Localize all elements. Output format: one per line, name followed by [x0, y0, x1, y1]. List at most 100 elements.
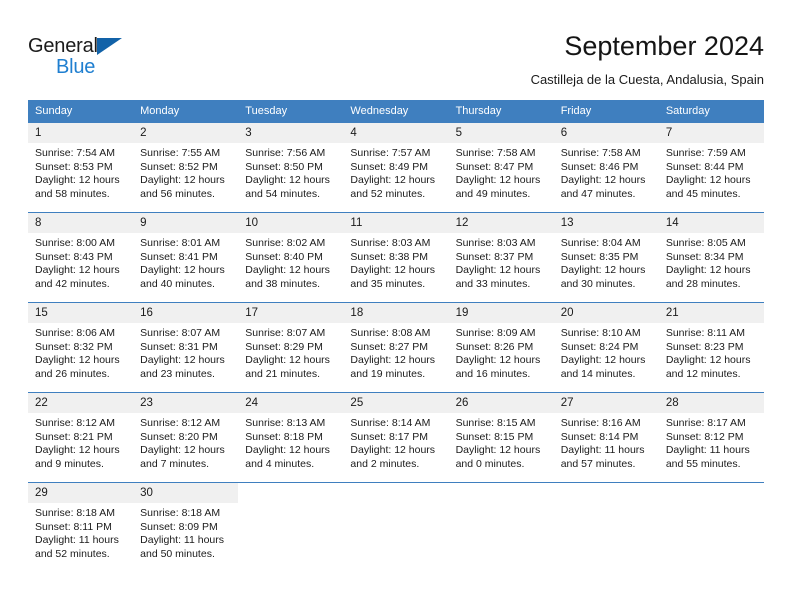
day-cell[interactable]: 27 Sunrise: 8:16 AM Sunset: 8:14 PM Dayl…: [553, 392, 659, 483]
day-info: Sunrise: 8:17 AM Sunset: 8:12 PM Dayligh…: [659, 413, 764, 471]
day-cell-inner: 24 Sunrise: 8:13 AM Sunset: 8:18 PM Dayl…: [238, 393, 344, 482]
day-cell[interactable]: 6 Sunrise: 7:58 AM Sunset: 8:46 PM Dayli…: [553, 122, 659, 213]
day-cell[interactable]: 17 Sunrise: 8:07 AM Sunset: 8:29 PM Dayl…: [238, 302, 344, 393]
day-cell-inner: 23 Sunrise: 8:12 AM Sunset: 8:20 PM Dayl…: [133, 393, 239, 482]
day-cell[interactable]: 25 Sunrise: 8:14 AM Sunset: 8:17 PM Dayl…: [343, 392, 449, 483]
day-cell[interactable]: 28 Sunrise: 8:17 AM Sunset: 8:12 PM Dayl…: [658, 392, 764, 483]
day-cell[interactable]: 12 Sunrise: 8:03 AM Sunset: 8:37 PM Dayl…: [448, 212, 554, 303]
day-info: Sunrise: 8:18 AM Sunset: 8:11 PM Dayligh…: [28, 503, 133, 561]
day-cell[interactable]: 29 Sunrise: 8:18 AM Sunset: 8:11 PM Dayl…: [28, 482, 134, 569]
daylight-text-line2: and 21 minutes.: [245, 367, 320, 380]
sunrise-text: Sunrise: 8:08 AM: [350, 327, 431, 339]
daylight-text-line2: and 14 minutes.: [560, 367, 636, 380]
day-cell[interactable]: 8 Sunrise: 8:00 AM Sunset: 8:43 PM Dayli…: [28, 212, 134, 303]
day-cell[interactable]: 4 Sunrise: 7:57 AM Sunset: 8:49 PM Dayli…: [343, 122, 449, 213]
day-number: 27: [553, 393, 659, 413]
sunset-text: Sunset: 8:21 PM: [35, 430, 113, 443]
day-cell[interactable]: 11 Sunrise: 8:03 AM Sunset: 8:38 PM Dayl…: [343, 212, 449, 303]
day-number: 24: [238, 393, 344, 413]
day-cell[interactable]: 10 Sunrise: 8:02 AM Sunset: 8:40 PM Dayl…: [238, 212, 344, 303]
sunset-text: Sunset: 8:32 PM: [35, 340, 113, 353]
calendar-body: 1 Sunrise: 7:54 AM Sunset: 8:53 PM Dayli…: [28, 122, 764, 569]
daylight-text-line2: and 7 minutes.: [140, 457, 210, 470]
day-info: Sunrise: 8:18 AM Sunset: 8:09 PM Dayligh…: [133, 503, 238, 561]
day-cell[interactable]: 18 Sunrise: 8:08 AM Sunset: 8:27 PM Dayl…: [343, 302, 449, 393]
daylight-text-line1: Daylight: 12 hours: [35, 354, 120, 367]
day-cell[interactable]: 3 Sunrise: 7:56 AM Sunset: 8:50 PM Dayli…: [238, 122, 344, 213]
sunset-text: Sunset: 8:26 PM: [455, 340, 534, 353]
day-number: 11: [343, 213, 449, 233]
day-info: Sunrise: 8:04 AM Sunset: 8:35 PM Dayligh…: [554, 233, 659, 291]
weekday-header-thursday: Thursday: [448, 100, 554, 123]
day-number: 13: [553, 213, 659, 233]
day-cell-inner: 7 Sunrise: 7:59 AM Sunset: 8:44 PM Dayli…: [658, 123, 764, 212]
day-number: 3: [238, 123, 344, 143]
sunset-text: Sunset: 8:24 PM: [560, 340, 639, 353]
day-cell[interactable]: 16 Sunrise: 8:07 AM Sunset: 8:31 PM Dayl…: [133, 302, 239, 393]
sunset-text: Sunset: 8:47 PM: [455, 160, 534, 173]
daylight-text-line1: Daylight: 12 hours: [140, 354, 225, 367]
sunset-text: Sunset: 8:35 PM: [560, 250, 639, 263]
day-cell[interactable]: 1 Sunrise: 7:54 AM Sunset: 8:53 PM Dayli…: [28, 122, 134, 213]
day-cell[interactable]: 7 Sunrise: 7:59 AM Sunset: 8:44 PM Dayli…: [658, 122, 764, 213]
day-cell-inner: 10 Sunrise: 8:02 AM Sunset: 8:40 PM Dayl…: [238, 213, 344, 302]
daylight-text-line1: Daylight: 12 hours: [455, 264, 541, 277]
day-info: Sunrise: 8:13 AM Sunset: 8:18 PM Dayligh…: [238, 413, 343, 471]
day-cell[interactable]: 26 Sunrise: 8:15 AM Sunset: 8:15 PM Dayl…: [448, 392, 554, 483]
weekday-header-friday: Friday: [553, 100, 659, 123]
sunset-text: Sunset: 8:50 PM: [245, 160, 323, 173]
day-number: [554, 483, 659, 503]
sunset-text: Sunset: 8:49 PM: [350, 160, 429, 173]
day-number: [449, 483, 554, 503]
sunrise-text: Sunrise: 8:15 AM: [455, 417, 536, 429]
day-cell-inner: 26 Sunrise: 8:15 AM Sunset: 8:15 PM Dayl…: [448, 393, 554, 482]
day-cell[interactable]: 21 Sunrise: 8:11 AM Sunset: 8:23 PM Dayl…: [658, 302, 764, 393]
sunset-text: Sunset: 8:27 PM: [350, 340, 429, 353]
day-cell-inner: 30 Sunrise: 8:18 AM Sunset: 8:09 PM Dayl…: [133, 483, 239, 569]
day-info: Sunrise: 8:03 AM Sunset: 8:37 PM Dayligh…: [449, 233, 554, 291]
day-info: Sunrise: 7:57 AM Sunset: 8:49 PM Dayligh…: [343, 143, 448, 201]
day-cell: [553, 482, 659, 569]
daylight-text-line1: Daylight: 11 hours: [140, 534, 224, 547]
sunrise-text: Sunrise: 7:58 AM: [455, 147, 536, 159]
daylight-text-line1: Daylight: 12 hours: [35, 264, 120, 277]
page-title: September 2024: [564, 31, 764, 61]
day-cell[interactable]: 15 Sunrise: 8:06 AM Sunset: 8:32 PM Dayl…: [28, 302, 134, 393]
day-cell[interactable]: 23 Sunrise: 8:12 AM Sunset: 8:20 PM Dayl…: [133, 392, 239, 483]
day-cell[interactable]: 13 Sunrise: 8:04 AM Sunset: 8:35 PM Dayl…: [553, 212, 659, 303]
day-cell-inner: 4 Sunrise: 7:57 AM Sunset: 8:49 PM Dayli…: [343, 123, 449, 212]
day-cell[interactable]: 5 Sunrise: 7:58 AM Sunset: 8:47 PM Dayli…: [448, 122, 554, 213]
daylight-text-line2: and 47 minutes.: [560, 187, 636, 200]
generalblue-logo[interactable]: General Blue: [28, 28, 148, 77]
page-header: General Blue September 2024 Castilleja d…: [0, 0, 792, 100]
day-cell[interactable]: 24 Sunrise: 8:13 AM Sunset: 8:18 PM Dayl…: [238, 392, 344, 483]
daylight-text-line2: and 4 minutes.: [245, 457, 315, 470]
daylight-text-line1: Daylight: 12 hours: [35, 444, 120, 457]
daylight-text-line2: and 16 minutes.: [455, 367, 531, 380]
day-cell[interactable]: 9 Sunrise: 8:01 AM Sunset: 8:41 PM Dayli…: [133, 212, 239, 303]
day-cell[interactable]: 14 Sunrise: 8:05 AM Sunset: 8:34 PM Dayl…: [658, 212, 764, 303]
weekday-header-tuesday: Tuesday: [238, 100, 344, 123]
daylight-text-line2: and 56 minutes.: [140, 187, 215, 200]
day-info: Sunrise: 8:08 AM Sunset: 8:27 PM Dayligh…: [343, 323, 448, 381]
day-cell[interactable]: 19 Sunrise: 8:09 AM Sunset: 8:26 PM Dayl…: [448, 302, 554, 393]
daylight-text-line1: Daylight: 12 hours: [245, 174, 330, 187]
daylight-text-line1: Daylight: 11 hours: [665, 444, 750, 457]
day-info: Sunrise: 7:58 AM Sunset: 8:46 PM Dayligh…: [554, 143, 659, 201]
daylight-text-line1: Daylight: 12 hours: [455, 444, 541, 457]
day-number: 1: [28, 123, 134, 143]
sunrise-text: Sunrise: 8:10 AM: [560, 327, 641, 339]
day-cell[interactable]: 20 Sunrise: 8:10 AM Sunset: 8:24 PM Dayl…: [553, 302, 659, 393]
sunset-text: Sunset: 8:23 PM: [665, 340, 744, 353]
day-cell-inner: 15 Sunrise: 8:06 AM Sunset: 8:32 PM Dayl…: [28, 303, 134, 392]
sunrise-text: Sunrise: 8:00 AM: [35, 237, 115, 249]
day-cell[interactable]: 30 Sunrise: 8:18 AM Sunset: 8:09 PM Dayl…: [133, 482, 239, 569]
day-cell[interactable]: 2 Sunrise: 7:55 AM Sunset: 8:52 PM Dayli…: [133, 122, 239, 213]
sunset-text: Sunset: 8:09 PM: [140, 520, 218, 533]
sunset-text: Sunset: 8:18 PM: [245, 430, 323, 443]
day-number: 2: [133, 123, 239, 143]
day-cell-inner: 8 Sunrise: 8:00 AM Sunset: 8:43 PM Dayli…: [28, 213, 134, 302]
daylight-text-line1: Daylight: 12 hours: [665, 264, 751, 277]
sunrise-text: Sunrise: 8:18 AM: [140, 507, 221, 519]
day-cell[interactable]: 22 Sunrise: 8:12 AM Sunset: 8:21 PM Dayl…: [28, 392, 134, 483]
